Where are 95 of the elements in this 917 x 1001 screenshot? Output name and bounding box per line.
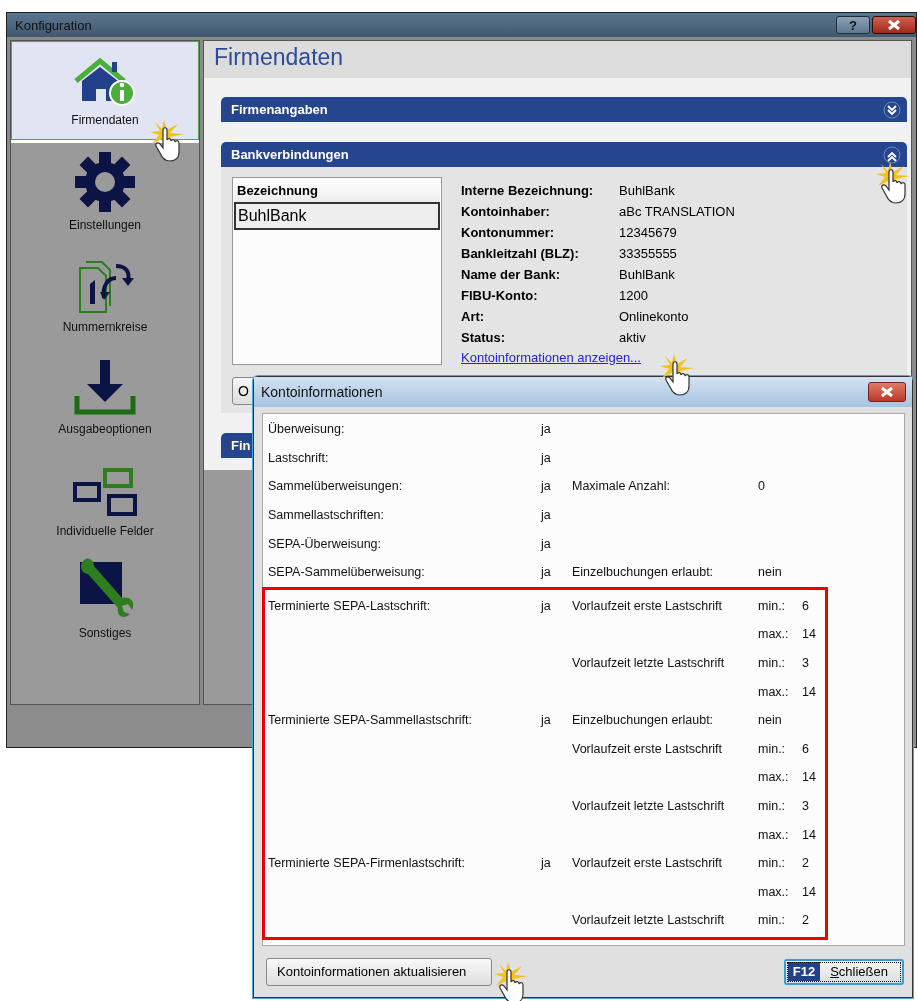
info-text: nein xyxy=(758,565,783,580)
section-header[interactable]: Firmenangaben xyxy=(221,97,907,122)
gear-icon xyxy=(75,152,135,212)
field-value: 1200 xyxy=(619,288,648,303)
info-text: min.: xyxy=(758,913,787,928)
info-text: ja xyxy=(541,598,552,613)
info-text: Vorlaufzeit letzte Lastschrift xyxy=(572,913,726,928)
sidebar-item[interactable]: Individuelle Felder xyxy=(11,449,199,551)
info-text: Einzelbuchungen erlaubt: xyxy=(572,565,715,580)
info-text: Vorlaufzeit letzte Lastschrift xyxy=(572,656,726,671)
section-title: Bankverbindungen xyxy=(231,147,349,162)
info-text: 2 xyxy=(802,856,810,871)
info-text: Terminierte SEPA-Lastschrift: xyxy=(268,598,432,613)
show-account-info-link[interactable]: Kontoinformationen anzeigen... xyxy=(461,350,641,365)
field-value: BuhlBank xyxy=(619,267,675,282)
section-header[interactable]: Bankverbindungen xyxy=(221,142,907,167)
update-button[interactable]: Kontoinformationen aktualisieren xyxy=(266,957,492,986)
field-value: aBc TRANSLATION xyxy=(619,204,735,219)
info-text: 3 xyxy=(802,799,810,813)
section-title: Firmenangaben xyxy=(231,102,328,117)
close-dialog-button[interactable]: F12 Schließen xyxy=(783,958,904,985)
sidebar-item[interactable]: Einstellungen xyxy=(11,143,199,245)
info-text: Terminierte SEPA-Sammellastschrift: xyxy=(268,713,473,728)
info-text: Überweisung: xyxy=(268,422,346,437)
info-text: Lastschrift: xyxy=(268,450,330,465)
info-text: 14 xyxy=(802,884,817,899)
close-icon xyxy=(879,385,895,399)
page-title: Firmendaten xyxy=(204,41,911,78)
field-value: 12345679 xyxy=(619,225,677,240)
boxes-icon xyxy=(73,468,137,518)
info-text: Sammelüberweisungen: xyxy=(268,479,404,494)
info-text: ja xyxy=(541,536,552,551)
info-text: Maximale Anzahl: xyxy=(572,479,671,494)
info-text: 14 xyxy=(802,827,817,842)
info-text: Einzelbuchungen erlaubt: xyxy=(572,713,715,728)
info-text: ja xyxy=(541,422,552,437)
sidebar-item[interactable]: Nummernkreise xyxy=(11,245,199,347)
section-title: Fin xyxy=(231,438,251,453)
info-text: Vorlaufzeit erste Lastschrift xyxy=(572,598,724,613)
info-text: min.: xyxy=(758,598,787,613)
sidebar-item[interactable]: Ausgabeoptionen xyxy=(11,347,199,449)
window-title: Konfiguration xyxy=(15,17,92,33)
house-info-icon xyxy=(72,57,138,107)
info-text: Vorlaufzeit erste Lastschrift xyxy=(572,741,724,756)
sidebar-item[interactable]: Sonstiges xyxy=(11,551,199,653)
info-text: max.: xyxy=(758,884,790,899)
info-text: min.: xyxy=(758,856,787,871)
info-text: ja xyxy=(541,565,552,580)
info-text: SEPA-Überweisung: xyxy=(268,536,382,551)
info-text: SEPA-Sammelüberweisung: xyxy=(268,565,426,580)
info-text: ja xyxy=(541,713,552,728)
info-text: 14 xyxy=(802,770,817,785)
info-text: 14 xyxy=(802,627,817,642)
info-text: ja xyxy=(541,479,552,494)
info-text: max.: xyxy=(758,770,790,785)
list-row[interactable]: BuhlBank xyxy=(234,202,440,230)
help-button[interactable]: ? xyxy=(836,16,870,34)
info-text: max.: xyxy=(758,827,790,842)
info-text: min.: xyxy=(758,741,787,756)
field-label: Status: xyxy=(461,330,507,345)
field-label: Bankleitzahl (BLZ): xyxy=(461,246,580,261)
info-text: 6 xyxy=(802,598,810,613)
download-tray-icon xyxy=(73,360,137,416)
field-value: Onlinekonto xyxy=(619,309,689,324)
close-button[interactable] xyxy=(868,382,906,402)
field-label: FIBU-Konto: xyxy=(461,288,539,303)
info-text: min.: xyxy=(758,799,787,813)
info-text: max.: xyxy=(758,684,790,699)
info-text: Vorlaufzeit letzte Lastschrift xyxy=(572,799,726,813)
field-value: BuhlBank xyxy=(619,183,675,198)
info-text: 14 xyxy=(802,684,817,699)
info-text: ja xyxy=(541,508,552,523)
info-text: 3 xyxy=(802,656,810,671)
info-text: ja xyxy=(541,856,552,871)
dialog-title: Kontoinformationen xyxy=(261,384,383,400)
field-label: Interne Bezeichnung: xyxy=(461,183,595,198)
info-text: min.: xyxy=(758,656,787,671)
field-value: 33355555 xyxy=(619,246,677,261)
info-text: 2 xyxy=(802,913,810,928)
field-value: aktiv xyxy=(619,330,646,345)
close-icon xyxy=(886,18,902,32)
sidebar-item[interactable]: Firmendaten xyxy=(11,41,199,140)
info-text: ja xyxy=(541,450,552,465)
info-text: nein xyxy=(758,713,783,728)
info-text: 0 xyxy=(758,479,766,494)
field-label: Art: xyxy=(461,309,486,324)
info-text: max.: xyxy=(758,627,790,642)
close-button[interactable] xyxy=(872,16,916,34)
info-text: Vorlaufzeit erste Lastschrift xyxy=(572,856,724,871)
field-label: Name der Bank: xyxy=(461,267,561,282)
field-label: Kontoinhaber: xyxy=(461,204,551,219)
info-text: 6 xyxy=(802,741,810,756)
field-label: Kontonummer: xyxy=(461,225,556,240)
info-text: Sammellastschriften: xyxy=(268,508,385,523)
info-text: Terminierte SEPA-Firmenlastschrift: xyxy=(268,856,467,871)
